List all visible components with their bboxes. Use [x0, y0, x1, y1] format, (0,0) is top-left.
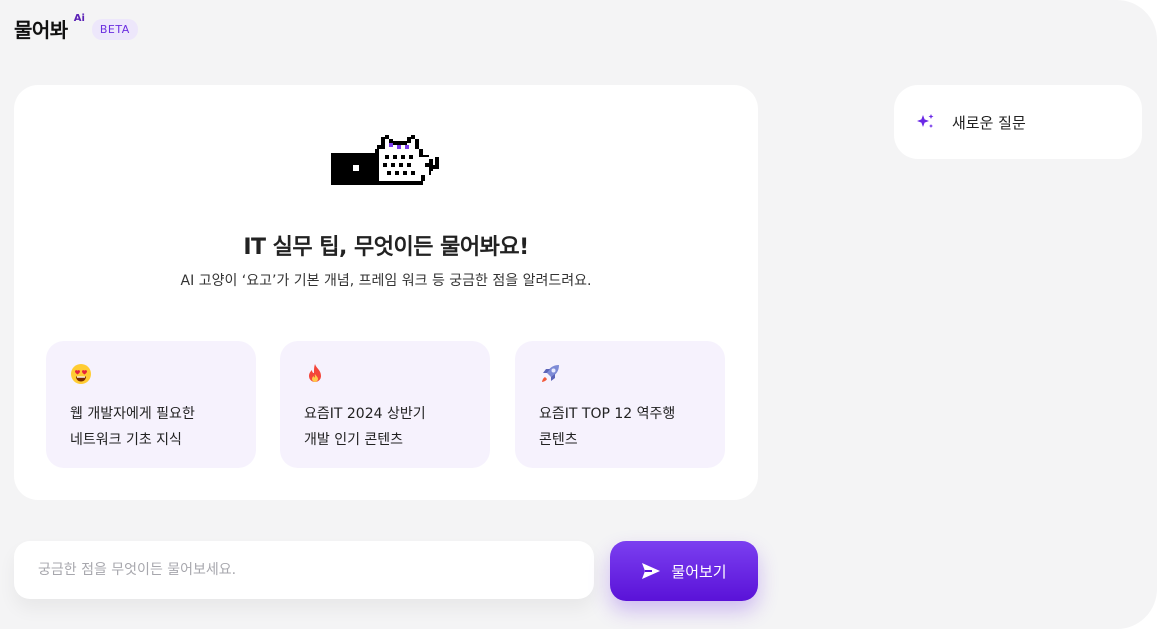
suggestion-text: 요즘IT 2024 상반기 개발 인기 콘텐츠: [304, 406, 426, 448]
app-window: 물어봐 Ai BETA IT 실무 팁, 무엇이든 물어봐요! AI 고양이 ‘…: [0, 0, 1157, 629]
heart-eyes-emoji-icon: [71, 364, 91, 384]
beta-badge: BETA: [91, 19, 138, 40]
rocket-emoji-icon: [542, 365, 559, 382]
hero-title: IT 실무 팁, 무엇이든 물어봐요!: [243, 235, 529, 260]
hero-subtitle: AI 고양이 ‘요고’가 기본 개념, 프레임 워크 등 궁금한 점을 알려드려…: [180, 273, 592, 289]
suggestion-card-network[interactable]: 웹 개발자에게 필요한 네트워크 기초 지식: [46, 341, 256, 468]
new-question-button[interactable]: 새로운 질문: [894, 85, 1142, 159]
ai-tag: Ai: [73, 13, 85, 24]
ask-button-label: 물어보기: [671, 563, 727, 581]
question-input-container: [14, 541, 594, 599]
brand: 물어봐 Ai BETA: [14, 13, 138, 43]
suggestion-card-popular[interactable]: 요즘IT 2024 상반기 개발 인기 콘텐츠: [280, 341, 490, 468]
suggestion-text: 요즘IT TOP 12 역주행 콘텐츠: [539, 406, 676, 448]
question-input[interactable]: [14, 541, 594, 599]
fire-emoji-icon: [309, 364, 321, 382]
ask-button[interactable]: 물어보기: [610, 541, 758, 601]
pixel-cat-laptop-icon: [331, 135, 439, 185]
new-question-label: 새로운 질문: [952, 113, 1026, 132]
suggestion-list: 웹 개발자에게 필요한 네트워크 기초 지식 요즘IT 2024 상반기 개발 …: [46, 341, 726, 468]
send-icon: [642, 563, 661, 579]
suggestion-card-top12[interactable]: 요즘IT TOP 12 역주행 콘텐츠: [515, 341, 725, 468]
suggestion-text: 웹 개발자에게 필요한 네트워크 기초 지식: [70, 406, 195, 448]
welcome-card: IT 실무 팁, 무엇이든 물어봐요! AI 고양이 ‘요고’가 기본 개념, …: [14, 85, 758, 500]
app-title: 물어봐: [14, 18, 68, 42]
sparkle-icon: [917, 114, 934, 128]
